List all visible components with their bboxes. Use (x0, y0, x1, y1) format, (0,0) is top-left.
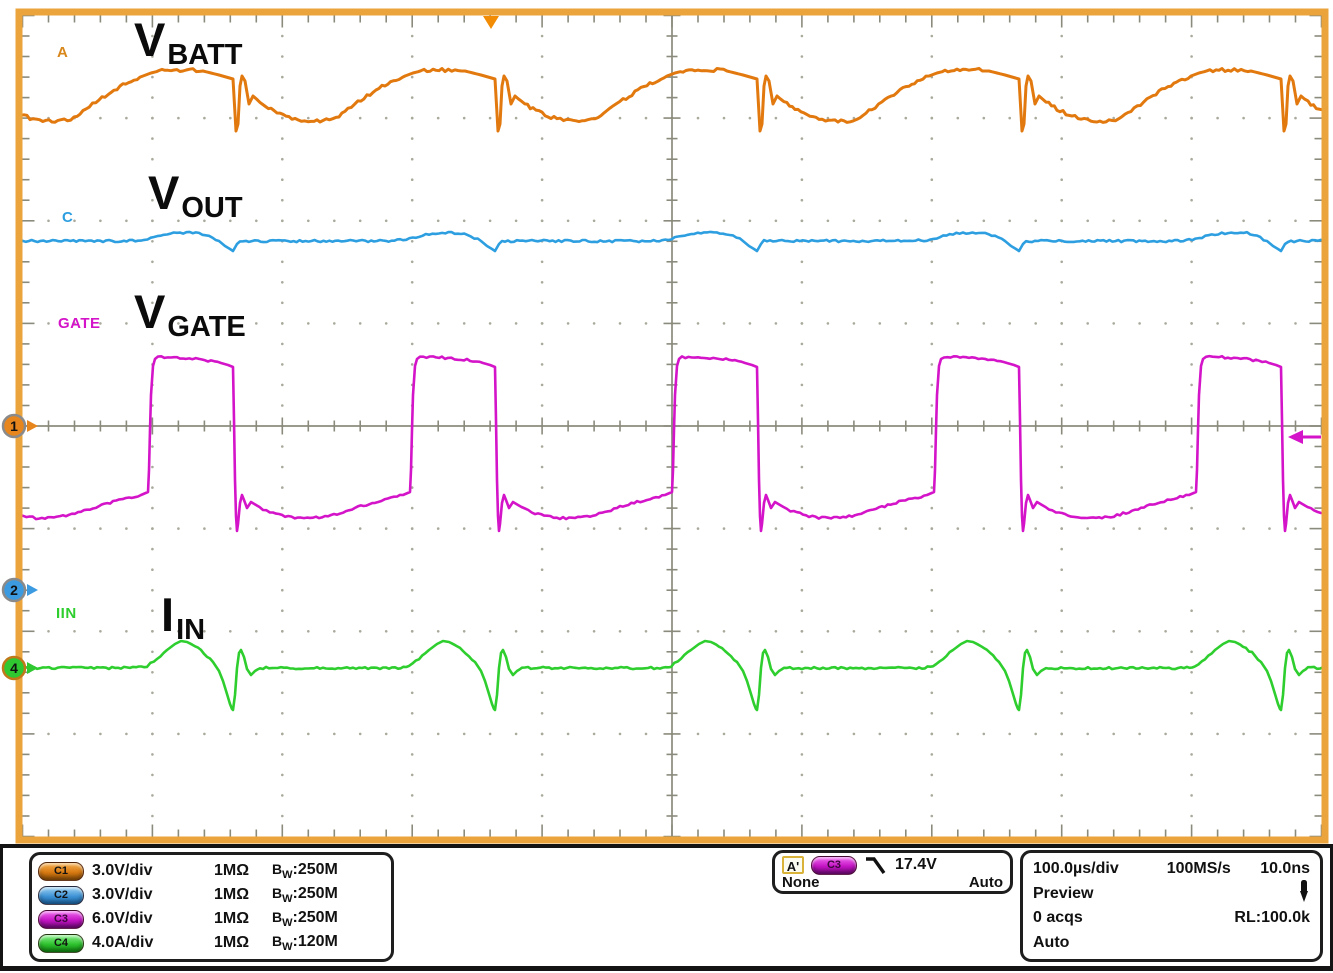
trigger-readout-box[interactable]: A' C3 17.4V None Auto (772, 850, 1013, 894)
annotation-sub: IN (176, 614, 205, 646)
readout-bar-top-divider (0, 844, 1333, 848)
channel-row-c3: C3 6.0V/div 1MΩ BW:250M (38, 907, 385, 931)
annotation-sub: GATE (167, 311, 245, 343)
annotation-sub: BATT (167, 39, 242, 71)
channel-position-marker-c1[interactable]: 1 (3, 415, 38, 437)
trace-tag-vbatt: A (57, 44, 68, 61)
bw-prefix: B (272, 861, 282, 877)
channel-scale: 3.0V/div (92, 886, 214, 904)
channel-impedance: 1MΩ (214, 910, 272, 928)
trace-tag-vout: C (62, 209, 73, 226)
acquisition-status: Preview (1033, 885, 1093, 903)
annotation-sub: OUT (181, 192, 242, 224)
trace-tag-iin: IIN (56, 605, 77, 622)
bw-prefix: B (272, 909, 282, 925)
acquisition-count: 0 acqs (1033, 909, 1083, 927)
channel-scale: 4.0A/div (92, 934, 214, 952)
timebase-value: 100.0µs/div (1033, 860, 1119, 878)
channel-bandwidth: BW:250M (272, 885, 385, 905)
svg-text:1: 1 (10, 418, 18, 434)
trace-tag-vgate: GATE (58, 315, 101, 332)
channel-bandwidth: BW:250M (272, 861, 385, 881)
channel-row-c4: C4 4.0A/div 1MΩ BW:120M (38, 931, 385, 955)
channel-impedance: 1MΩ (214, 862, 272, 880)
record-length: RL:100.0k (1234, 909, 1310, 927)
channel-badge-c3[interactable]: C3 (38, 910, 84, 929)
channel-badge-c1[interactable]: C1 (38, 862, 84, 881)
channel-settings-box[interactable]: C1 3.0V/div 1MΩ BW:250M C2 3.0V/div 1MΩ … (29, 852, 394, 962)
channel-bandwidth: BW:120M (272, 933, 385, 953)
bw-prefix: B (272, 933, 282, 949)
annotation-vout: VOUT (148, 169, 241, 217)
svg-text:4: 4 (10, 660, 18, 676)
trigger-row-mode: None Auto (782, 875, 1003, 890)
horizontal-row-acqs: 0 acqs RL:100.0k (1033, 906, 1310, 930)
resolution-value: 10.0ns (1260, 860, 1310, 878)
bw-sub: W (282, 941, 292, 953)
channel-position-marker-c4[interactable]: 4 (3, 657, 38, 679)
trigger-row-settings: A' C3 17.4V (782, 855, 1003, 875)
trigger-source-badge[interactable]: A' (782, 856, 804, 874)
trigger-position-marker[interactable] (483, 16, 499, 29)
trigger-level-value: 17.4V (895, 856, 937, 874)
sample-rate-value: 100MS/s (1167, 860, 1231, 878)
bw-value: :250M (293, 909, 338, 926)
annotation-main: I (161, 588, 174, 641)
bw-sub: W (282, 893, 292, 905)
horizontal-row-mode: Auto (1033, 931, 1310, 955)
bw-value: :120M (293, 933, 338, 950)
channel-row-c1: C1 3.0V/div 1MΩ BW:250M (38, 859, 385, 883)
readout-bar-bottom-divider (0, 966, 1333, 971)
channel-impedance: 1MΩ (214, 934, 272, 952)
annotation-vbatt: VBATT (134, 16, 241, 64)
trigger-level-marker[interactable] (1288, 430, 1321, 444)
annotation-vgate: VGATE (134, 288, 244, 336)
bw-value: :250M (293, 885, 338, 902)
horizontal-row-timebase: 100.0µs/div 100MS/s 10.0ns (1033, 857, 1310, 881)
annotation-main: V (134, 285, 165, 338)
channel-badge-c4[interactable]: C4 (38, 934, 84, 953)
channel-impedance: 1MΩ (214, 886, 272, 904)
bw-prefix: B (272, 885, 282, 901)
channel-position-marker-c2[interactable]: 2 (3, 579, 38, 601)
svg-text:2: 2 (10, 582, 18, 598)
annotation-main: V (148, 166, 179, 219)
bw-sub: W (282, 869, 292, 881)
trigger-channel-badge[interactable]: C3 (811, 856, 857, 875)
bw-value: :250M (293, 861, 338, 878)
graticule-grid (23, 16, 1322, 837)
oscilloscope-screen: 1 2 4 A C GATE IIN VBATT VOUT VGATE IIN … (0, 0, 1333, 973)
horizontal-row-status: Preview (1033, 882, 1310, 906)
bw-sub: W (282, 917, 292, 929)
channel-badge-c2[interactable]: C2 (38, 886, 84, 905)
horizontal-readout-box[interactable]: 100.0µs/div 100MS/s 10.0ns Preview 0 acq… (1020, 850, 1323, 962)
annotation-main: V (134, 13, 165, 66)
channel-bandwidth: BW:250M (272, 909, 385, 929)
scope-graticule-svg: 1 2 4 (0, 0, 1333, 973)
acquisition-mode: Auto (1033, 934, 1069, 952)
falling-edge-icon (864, 855, 888, 875)
channel-scale: 6.0V/div (92, 910, 214, 928)
annotation-iin: IIN (161, 591, 203, 639)
trigger-mode: Auto (969, 875, 1003, 890)
readout-bar-left-edge (0, 844, 3, 971)
sample-point-icon (1298, 880, 1310, 908)
trigger-holdoff: None (782, 875, 820, 890)
channel-row-c2: C2 3.0V/div 1MΩ BW:250M (38, 883, 385, 907)
channel-scale: 3.0V/div (92, 862, 214, 880)
